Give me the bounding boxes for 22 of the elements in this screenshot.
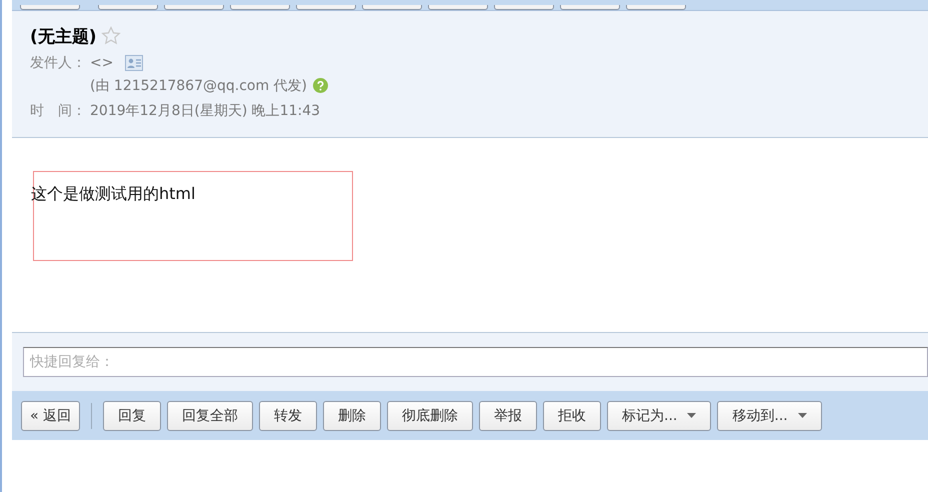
star-icon[interactable] [100,26,121,46]
message-text: 这个是做测试用的html [31,184,196,203]
back-button[interactable]: « 返回 [21,400,80,430]
time-label: 时 间： [30,102,86,120]
toolbar-button[interactable]: 拒收 [543,400,602,430]
toolbar-button[interactable]: 删除 [323,400,382,430]
sent-time: 2019年12月8日(星期天) 晚上11:43 [90,102,320,120]
toolbar-button[interactable]: 回复全部 [167,400,254,430]
dropdown-button[interactable]: 标记为... [607,400,712,430]
sender-label: 发件人： [30,54,86,72]
sender-address: <> [90,54,114,70]
help-icon[interactable] [313,78,328,93]
contact-card-icon[interactable] [125,54,144,70]
dropdown-button[interactable]: 移动到... [717,400,822,430]
toolbar-button[interactable]: 彻底删除 [387,400,474,430]
caret-icon [798,413,807,418]
proxy-note: (由 1215217867@qq.com 代发) [90,76,308,94]
toolbar-button[interactable]: 转发 [259,400,318,430]
mail-subject: (无主题) [30,26,97,48]
caret-icon [687,413,696,418]
toolbar-button[interactable]: 举报 [479,400,538,430]
toolbar-button[interactable]: 回复 [103,400,162,430]
